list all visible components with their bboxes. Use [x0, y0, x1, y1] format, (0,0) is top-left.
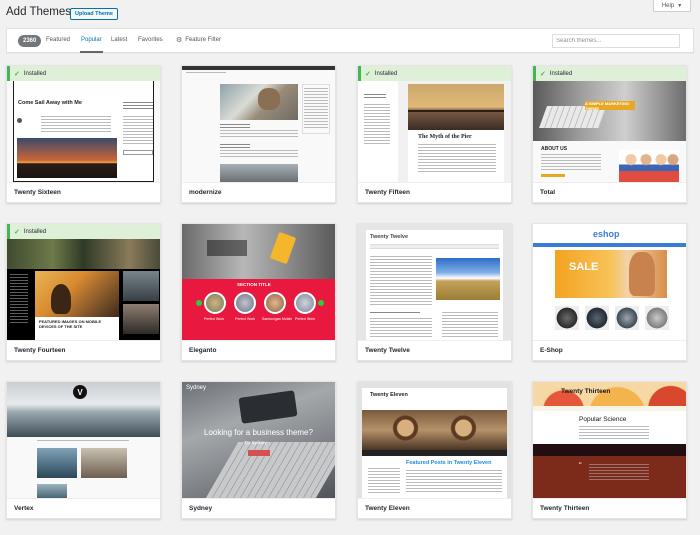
theme-screenshot: Sydney Looking for a business theme? Try…	[182, 382, 335, 498]
preview-item: Perfect Work	[295, 317, 316, 321]
installed-badge: ✓ Installed	[358, 66, 511, 81]
theme-card-twenty-eleven[interactable]: Twenty Eleven Featured Posts in Twenty E…	[357, 381, 512, 519]
preview-post-title: FEATURED IMAGES ON MOBILE DEVICES OF THE…	[39, 319, 102, 329]
upload-theme-button[interactable]: Upload Theme	[70, 8, 118, 20]
theme-card-twenty-twelve[interactable]: Twenty Twelve Twenty Twelve	[357, 223, 512, 361]
feature-filter-label: Feature Filter	[185, 37, 221, 43]
theme-card-e-shop[interactable]: eshop SALE E-Shop	[532, 223, 687, 361]
theme-screenshot: A SIMPLE MARKETING THEME ABOUT US	[533, 66, 686, 182]
theme-card-eleganto[interactable]: SECTION TITLE Perfect Work Perfect Work …	[181, 223, 336, 361]
installed-badge: ✓ Installed	[7, 66, 160, 81]
theme-name: Twenty Fifteen	[358, 182, 511, 202]
preview-site-title: Twenty Twelve	[370, 234, 409, 240]
installed-label: Installed	[23, 70, 47, 77]
preview-section-title: SECTION TITLE	[237, 282, 271, 287]
help-label: Help	[661, 2, 675, 9]
theme-card-vertex[interactable]: V Vertex	[6, 381, 161, 519]
preview-site-title: Twenty Eleven	[370, 392, 408, 398]
theme-screenshot	[182, 66, 335, 182]
tab-favorites[interactable]: Favorites	[138, 37, 163, 43]
gear-icon: ⚙	[176, 37, 183, 44]
theme-name: Twenty Twelve	[358, 340, 511, 360]
tab-latest[interactable]: Latest	[111, 37, 127, 43]
preview-headline: Looking for a business theme?	[204, 428, 313, 437]
caret-down-icon: ▼	[677, 2, 683, 9]
quote-icon: “	[579, 461, 582, 470]
preview-logo: eshop	[593, 229, 620, 239]
preview-sub: Try Sydney	[244, 440, 267, 445]
theme-screenshot: SECTION TITLE Perfect Work Perfect Work …	[182, 224, 335, 340]
preview-item: Perfect Work	[235, 317, 256, 321]
theme-name: Twenty Thirteen	[533, 498, 686, 518]
check-icon: ✓	[14, 228, 20, 236]
check-icon: ✓	[540, 70, 546, 78]
tab-featured[interactable]: Featured	[46, 37, 70, 43]
preview-logo: V	[73, 385, 87, 399]
check-icon: ✓	[14, 70, 20, 78]
theme-card-twenty-fifteen[interactable]: The Myth of the Pier ✓ Installed Twenty F…	[357, 65, 512, 203]
installed-label: Installed	[549, 70, 573, 77]
installed-label: Installed	[23, 228, 47, 235]
theme-screenshot: eshop SALE	[533, 224, 686, 340]
theme-count-badge: 2360	[18, 35, 42, 47]
preview-item: Perfect Work	[204, 317, 225, 321]
theme-name: Vertex	[7, 498, 160, 518]
preview-post-title: The Myth of the Pier	[418, 134, 472, 140]
theme-card-total[interactable]: A SIMPLE MARKETING THEME ABOUT US ✓ Insta…	[532, 65, 687, 203]
preview-banner: A SIMPLE MARKETING THEME	[585, 101, 635, 111]
preview-item: Sambungan Mobile	[262, 317, 293, 321]
installed-badge: ✓ Installed	[533, 66, 686, 81]
help-button[interactable]: Help ▼	[653, 0, 691, 12]
theme-screenshot: Come Sail Away with Me	[7, 66, 160, 182]
preview-site-title: Twenty Thirteen	[561, 388, 611, 395]
theme-name: Twenty Sixteen	[7, 182, 160, 202]
preview-post-title: Featured Posts in Twenty Eleven	[406, 460, 492, 466]
theme-card-twenty-sixteen[interactable]: Come Sail Away with Me ✓ Installed Twenty…	[6, 65, 161, 203]
theme-screenshot: The Myth of the Pier	[358, 66, 511, 182]
theme-screenshot: FEATURED IMAGES ON MOBILE DEVICES OF THE…	[7, 224, 160, 340]
theme-screenshot: Twenty Twelve	[358, 224, 511, 340]
tab-popular[interactable]: Popular	[80, 37, 103, 53]
page-title: Add Themes	[6, 6, 71, 18]
check-icon: ✓	[365, 70, 371, 78]
theme-card-modernize[interactable]: modernize	[181, 65, 336, 203]
theme-card-twenty-thirteen[interactable]: Twenty Thirteen Popular Science “ Twenty…	[532, 381, 687, 519]
theme-name: Twenty Fourteen	[7, 340, 160, 360]
theme-name: Eleganto	[182, 340, 335, 360]
theme-screenshot: Twenty Thirteen Popular Science “	[533, 382, 686, 498]
search-themes-input[interactable]	[552, 34, 680, 48]
theme-name: Sydney	[182, 498, 335, 518]
feature-filter-button[interactable]: ⚙ Feature Filter	[176, 36, 221, 44]
installed-label: Installed	[374, 70, 398, 77]
theme-screenshot: Twenty Eleven Featured Posts in Twenty E…	[358, 382, 511, 498]
theme-filter-bar: 2360 Featured Popular Latest Favorites ⚙…	[6, 28, 694, 53]
installed-badge: ✓ Installed	[7, 224, 160, 239]
theme-name: modernize	[182, 182, 335, 202]
theme-card-sydney[interactable]: Sydney Looking for a business theme? Try…	[181, 381, 336, 519]
theme-name: Total	[533, 182, 686, 202]
theme-name: E-Shop	[533, 340, 686, 360]
theme-card-twenty-fourteen[interactable]: FEATURED IMAGES ON MOBILE DEVICES OF THE…	[6, 223, 161, 361]
preview-post-title: Come Sail Away with Me	[18, 100, 82, 106]
preview-sale: SALE	[569, 261, 599, 273]
preview-about: ABOUT US	[541, 146, 568, 152]
theme-screenshot: V	[7, 382, 160, 498]
theme-name: Twenty Eleven	[358, 498, 511, 518]
preview-brand: Sydney	[186, 385, 207, 391]
preview-post-title: Popular Science	[579, 416, 627, 423]
